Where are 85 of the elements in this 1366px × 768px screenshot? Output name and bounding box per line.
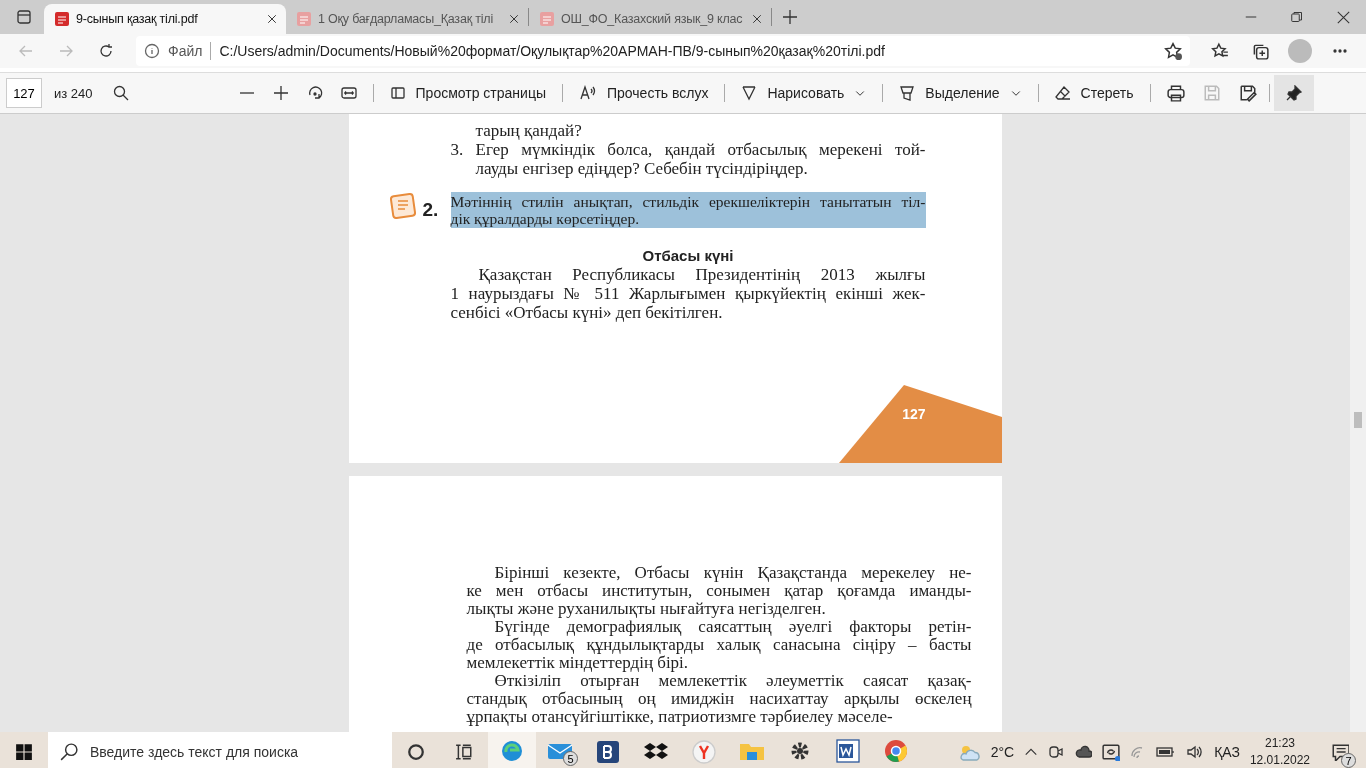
search-icon xyxy=(60,743,78,761)
notifications-button[interactable]: 7 xyxy=(1320,732,1360,768)
print-icon xyxy=(1166,84,1185,102)
info-icon xyxy=(144,43,160,59)
input-language[interactable]: ҚАЗ xyxy=(1214,744,1240,760)
paragraph: Өткізіліп отырған мемлекеттік әлеуметтік саясат қазақ- стандық отбасының оң имиджін насихаттау арқылы өскелең ұрпақты отансүйгіштікке, патриотизмге тәрбиелеу мәселе- xyxy=(466,672,972,726)
unread-badge: 5 xyxy=(563,751,578,766)
browser-tab[interactable]: 9-сынып қазақ тілі.pdf xyxy=(44,4,286,34)
refresh-icon xyxy=(98,43,114,59)
question-text: тарың қандай? xyxy=(475,121,583,140)
camera-icon xyxy=(1048,744,1065,760)
task-text: Мәтіннің стилін анықтап, стильдік ерекшеліктерін танытатын тіл- дік құралдарды көрсетіңдер. xyxy=(450,192,926,228)
taskbar-app[interactable]: 5 xyxy=(536,732,584,768)
favorites-icon xyxy=(1211,42,1229,60)
yandex-icon xyxy=(692,740,716,764)
pin-toolbar-button[interactable] xyxy=(1273,75,1314,111)
site-info-label: Файл xyxy=(168,43,203,59)
question-text: Егер мүмкіндік болса, қандай отбасылық мерекені той- лауды енгізер едіңдер? Себебін түсіндіріңдер. xyxy=(475,140,926,178)
sync-icon xyxy=(1102,743,1121,761)
pdf-icon xyxy=(539,11,555,27)
scrollbar[interactable] xyxy=(1350,114,1366,732)
paragraph: Қазақстан Республикасы Президентінің 2013 жылғы 1 наурыздағы № 511 Жарлығымен қыркүйектің екінші жек- сенбісі «Отбасы күні» деп бекітілген. xyxy=(450,265,926,322)
word-icon xyxy=(836,739,860,763)
notebook-icon xyxy=(388,192,417,220)
paragraph: Бірінші кезекте, Отбасы күнін Қазақстанда мерекелеу не- ке мен отбасы институтын, сонымен қатар қоғамда иманды- лықты және руханилықты нығайтуға негізделген. xyxy=(466,564,972,618)
forward-arrow-icon xyxy=(58,43,74,59)
avatar-icon xyxy=(1288,39,1312,63)
read-aloud-icon xyxy=(579,85,597,101)
task-number: 2. xyxy=(422,198,440,222)
list-number: 3. xyxy=(450,140,465,161)
close-icon xyxy=(266,13,278,25)
plus-icon xyxy=(782,9,798,25)
windows-icon xyxy=(15,743,33,761)
volume-icon xyxy=(1186,744,1205,760)
cloud-icon xyxy=(1074,744,1093,760)
save-as-icon xyxy=(1238,84,1257,102)
minus-icon xyxy=(238,92,255,94)
save-icon xyxy=(1202,84,1221,102)
time: 21:23 xyxy=(1264,735,1295,752)
taskbar-search-field[interactable]: Введите здесь текст для поиска xyxy=(48,732,392,768)
close-icon xyxy=(508,13,520,25)
page-number: 127 xyxy=(902,406,926,422)
back-arrow-icon xyxy=(18,43,34,59)
restore-icon xyxy=(1291,11,1303,23)
pdf-icon xyxy=(296,11,312,27)
page-number-field[interactable]: 127 xyxy=(6,78,42,108)
page-count: из 240 xyxy=(54,85,93,101)
notification-badge: 7 xyxy=(1341,753,1356,768)
circle-icon xyxy=(407,743,425,761)
close-icon xyxy=(1336,10,1350,24)
paragraph: Бүгінде демографиялық саясаттың әуелгі факторы ретін- де отбасылық құндылықтарды халық санасына сіңіру – басты мемлекеттік міндеттердің бірі. xyxy=(466,618,972,672)
date: 12.01.2022 xyxy=(1249,752,1310,768)
toolbar-button[interactable]: Прочесть вслух xyxy=(571,77,717,109)
toolbar-button[interactable]: Выделение xyxy=(891,77,1030,109)
settings-icon xyxy=(789,740,811,762)
add-favorite-icon xyxy=(1164,42,1182,60)
booking-icon xyxy=(596,740,620,764)
toolbar-button[interactable]: Просмотр страницы xyxy=(381,77,554,109)
pdf-icon xyxy=(54,11,70,27)
collections-icon xyxy=(1251,42,1269,60)
chrome-icon xyxy=(884,739,908,763)
tab-panel-icon xyxy=(16,9,32,25)
address-field[interactable]: Файл C:/Users/admin/Documents/Новый%20формат/Оқулықтар%20АРМАН-ПВ/9-сынып%20қазақ%20тілі.pdf xyxy=(136,36,1190,66)
fit-width-icon xyxy=(340,85,357,101)
page-view-icon xyxy=(389,85,406,101)
clock[interactable]: 21:23 12.01.2022 xyxy=(1249,735,1310,768)
plus-icon xyxy=(272,85,289,101)
pen-icon xyxy=(741,85,758,101)
rotate-icon xyxy=(306,85,323,101)
search-placeholder: Введите здесь текст для поиска xyxy=(90,744,299,760)
search-icon xyxy=(112,85,129,101)
highlighter-icon xyxy=(899,85,916,101)
url-text: C:/Users/admin/Documents/Новый%20формат/Оқулықтар%20АРМАН-ПВ/9-сынып%20қазақ%20тілі.pdf xyxy=(219,43,886,59)
task-view-icon xyxy=(455,743,473,761)
browser-tab[interactable]: ОШ_ФО_Казахский язык_9 клас xyxy=(529,4,771,34)
temperature: 2°C xyxy=(990,744,1015,760)
browser-tab[interactable]: 1 Оқу бағдарламасы_Қазақ тілі xyxy=(286,4,528,34)
toolbar-button[interactable]: Стереть xyxy=(1046,77,1142,109)
battery-icon xyxy=(1156,745,1177,759)
eraser-icon xyxy=(1054,85,1071,101)
edge-icon xyxy=(500,739,524,763)
close-icon xyxy=(751,13,763,25)
section-heading: Отбасы күні xyxy=(641,246,735,265)
toolbar-button[interactable]: Нарисовать xyxy=(733,77,875,109)
pin-icon xyxy=(1285,85,1302,101)
